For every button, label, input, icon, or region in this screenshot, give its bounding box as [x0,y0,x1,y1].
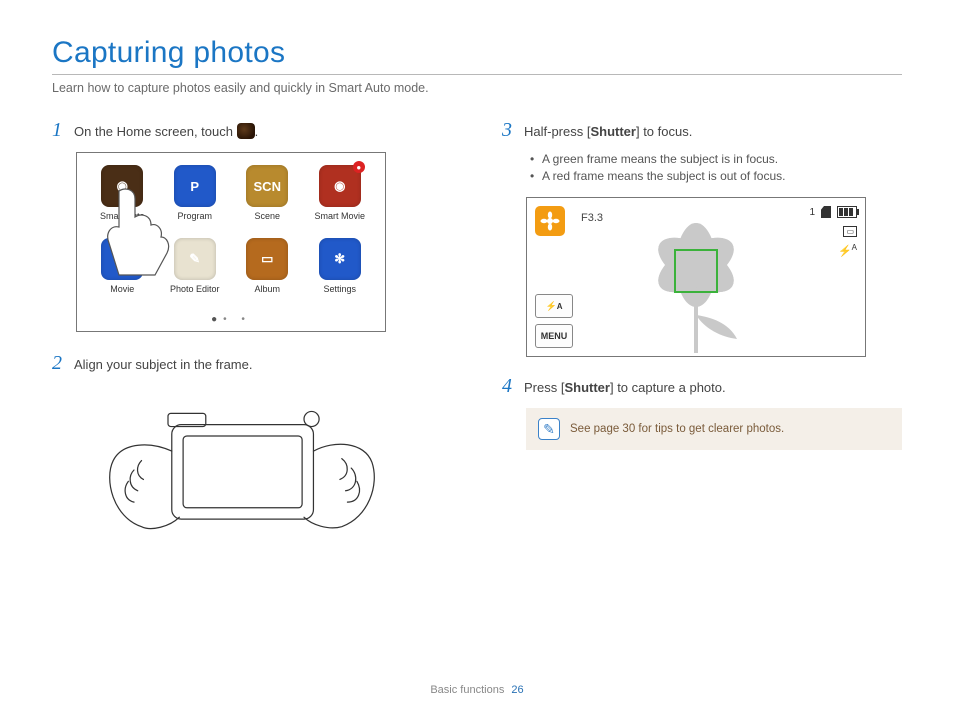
bullet-item: A red frame means the subject is out of … [530,169,902,183]
app-movie[interactable]: ▣ Movie [93,238,152,305]
page-indicator: ●• • [77,314,385,325]
step-2: 2 Align your subject in the frame. [52,352,452,375]
app-scene[interactable]: SCN Scene [238,165,297,232]
step-4: 4 Press [Shutter] to capture a photo. [502,375,902,398]
left-column: 1 On the Home screen, touch . ◉ Smart Aut… [52,119,452,560]
app-icon: ✻ [319,238,361,280]
app-label: Smart Auto [100,211,145,221]
footer-section: Basic functions [430,684,504,696]
lcd-status-right: ▭ ⚡A [838,226,857,258]
lcd-preview-figure: F3.3 1 ▭ ⚡A ⚡A MENU [526,197,866,357]
app-label: Smart Movie [314,211,365,221]
page-subtitle: Learn how to capture photos easily and q… [52,81,902,95]
note-icon: ✎ [538,418,560,440]
step-3-bullets: A green frame means the subject is in fo… [530,152,902,183]
resolution-icon: ▭ [843,226,857,237]
app-icon: P [174,165,216,207]
footer-page-number: 26 [511,684,523,696]
step-1: 1 On the Home screen, touch . [52,119,452,142]
focus-frame [674,249,718,293]
app-icon: ◉● [319,165,361,207]
step-2-number: 2 [52,352,66,375]
app-icon: ◉ [101,165,143,207]
app-smart-auto[interactable]: ◉ Smart Auto [93,165,152,232]
app-icon: ▣ [101,238,143,280]
app-icon: ✎ [174,238,216,280]
app-label: Scene [254,211,280,221]
flash-button[interactable]: ⚡A [535,294,573,318]
app-label: Photo Editor [170,284,220,294]
macro-mode-icon [535,206,565,236]
step-2-text: Align your subject in the frame. [74,357,252,372]
step-3-number: 3 [502,119,516,142]
aperture-value: F3.3 [581,212,603,224]
sd-card-icon [821,206,831,218]
app-label: Settings [323,284,356,294]
camera-holding-figure [76,385,396,560]
note-text: See page 30 for tips to get clearer phot… [570,423,784,435]
step-3: 3 Half-press [Shutter] to focus. [502,119,902,142]
page-title: Capturing photos [52,36,902,70]
shots-remaining: 1 [809,207,815,218]
flash-auto-icon: ⚡A [838,243,857,258]
step-4-text: Press [Shutter] to capture a photo. [524,380,726,395]
battery-icon [837,206,857,218]
step-3-text: Half-press [Shutter] to focus. [524,124,692,139]
tip-note: ✎ See page 30 for tips to get clearer ph… [526,408,902,450]
right-column: 3 Half-press [Shutter] to focus. A green… [502,119,902,560]
badge-icon: ● [353,161,365,173]
app-label: Album [254,284,280,294]
app-photo-editor[interactable]: ✎ Photo Editor [166,238,225,305]
app-program[interactable]: P Program [166,165,225,232]
app-settings[interactable]: ✻ Settings [311,238,370,305]
app-album[interactable]: ▭ Album [238,238,297,305]
app-icon: SCN [246,165,288,207]
smart-auto-inline-icon [237,123,255,139]
app-smart-movie[interactable]: ◉● Smart Movie [311,165,370,232]
app-icon: ▭ [246,238,288,280]
step-1-number: 1 [52,119,66,142]
title-rule [52,74,902,75]
app-label: Program [177,211,212,221]
app-label: Movie [110,284,134,294]
step-1-text: On the Home screen, touch . [74,123,258,139]
lcd-status-top: 1 [809,206,857,218]
step-4-number: 4 [502,375,516,398]
home-screen-figure: ◉ Smart Auto P Program SCN Scene ◉● Smart Movie… [76,152,386,332]
bullet-item: A green frame means the subject is in fo… [530,152,902,166]
page-footer: Basic functions 26 [0,684,954,696]
menu-button[interactable]: MENU [535,324,573,348]
